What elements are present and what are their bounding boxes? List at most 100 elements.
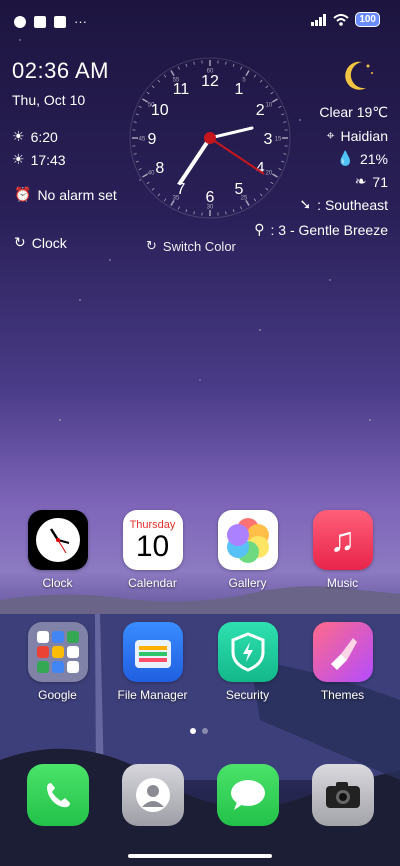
sunrise-icon: ☀	[12, 128, 25, 144]
clock-tick	[193, 61, 195, 65]
app-label: Security	[225, 688, 270, 702]
page-indicator	[190, 728, 208, 734]
humidity-row: 💧 21%	[337, 150, 388, 167]
clock-link[interactable]: ↻ Clock	[14, 234, 67, 251]
sunrise-time: 6:20	[30, 128, 58, 145]
app-gallery[interactable]: Gallery	[202, 510, 294, 590]
calendar-icon: Thursday 10	[122, 510, 183, 570]
app-music[interactable]: ♫ Music	[297, 510, 389, 590]
page-dot[interactable]	[202, 728, 208, 734]
clock-tick	[135, 160, 139, 163]
clock-tick	[151, 187, 155, 191]
wind-direction: : Southeast	[317, 196, 388, 213]
clock-number: 2	[256, 102, 265, 119]
location-row: ⌖ Haidian	[327, 127, 388, 144]
clock-tick	[138, 168, 142, 171]
app-clock[interactable]: Clock	[12, 510, 104, 590]
minute-hand	[208, 126, 254, 140]
clock-minute-number: 20	[266, 171, 273, 177]
clock-tick	[170, 70, 175, 77]
switch-color-icon: ↻	[146, 238, 157, 253]
clock-minute-number: 30	[207, 205, 214, 211]
app-calendar[interactable]: Thursday 10 Calendar	[107, 510, 199, 590]
clock-minute-number: 50	[148, 103, 155, 109]
clock-tick	[265, 187, 269, 191]
folder-app-icon	[66, 631, 79, 643]
camera-icon[interactable]	[311, 764, 374, 826]
app-themes[interactable]: Themes	[297, 622, 389, 702]
music-icon: ♫	[312, 510, 373, 570]
clock-tick	[138, 105, 142, 108]
page-dot-active[interactable]	[190, 728, 196, 734]
clock-tick	[163, 74, 167, 78]
clock-minute-number: 45	[139, 137, 146, 143]
clock-tick	[278, 105, 282, 108]
second-hand	[209, 137, 265, 175]
app-label: Gallery	[228, 576, 267, 590]
sunset-icon: ☀	[12, 151, 25, 167]
clock-center	[204, 132, 216, 144]
date-label: Thu, Oct 10	[12, 92, 86, 108]
clock-tick	[253, 74, 257, 78]
clock-tick	[177, 66, 180, 70]
weather-condition-row[interactable]: Clear 19℃	[319, 104, 388, 121]
clock-tick	[157, 193, 161, 197]
alarm-label: No alarm set	[37, 186, 117, 203]
alarm-row[interactable]: ⏰ No alarm set	[14, 186, 117, 203]
leaf-icon: ❧	[354, 173, 367, 189]
switch-color-button[interactable]: ↻ Switch Color	[146, 238, 236, 254]
digital-time[interactable]: 02:36 AM	[12, 58, 109, 84]
alarm-icon: ⏰	[14, 186, 32, 202]
clock-tick	[151, 85, 155, 89]
clock-tick	[193, 211, 195, 215]
app-file-manager[interactable]: File Manager	[107, 622, 199, 702]
security-icon	[217, 622, 278, 682]
clock-icon	[27, 510, 88, 570]
clock-tick	[259, 193, 263, 197]
messages-icon[interactable]	[216, 764, 279, 826]
folder-app-icon	[66, 646, 79, 658]
notification-square-icon	[34, 15, 46, 28]
clock-tick	[157, 79, 161, 83]
clock-tick	[177, 206, 180, 210]
clock-tick	[270, 181, 274, 185]
wind-speed: : 3 - Gentle Breeze	[270, 221, 388, 238]
wind-direction-icon: ➘	[299, 196, 312, 212]
app-label: Clock	[42, 576, 73, 590]
clock-number: 8	[155, 160, 164, 177]
clock-minute-number: 35	[173, 195, 180, 201]
clock-tick	[146, 91, 150, 95]
windmill-icon: ⚲	[254, 221, 265, 237]
folder-app-icon	[36, 661, 49, 673]
aqi-value: 71	[372, 173, 388, 190]
sunset-time: 17:43	[30, 151, 66, 168]
clock-tick	[265, 85, 269, 89]
folder-app-icon	[36, 646, 49, 658]
clock-tick	[185, 63, 188, 67]
clock-tick	[185, 209, 188, 213]
home-indicator[interactable]	[128, 854, 272, 858]
clock-minute-number: 55	[173, 78, 180, 84]
refresh-icon: ↻	[14, 234, 26, 250]
folder-google[interactable]: Google	[12, 622, 104, 702]
clock-tick	[146, 181, 150, 185]
clock-tick	[163, 198, 167, 202]
folder-app-icon	[51, 646, 64, 658]
clock-tick	[271, 98, 278, 103]
clock-tick	[225, 211, 227, 215]
app-label: Themes	[320, 688, 365, 702]
clock-tick	[232, 63, 235, 67]
contacts-icon[interactable]	[121, 764, 184, 826]
clock-tick	[270, 91, 274, 95]
clock-minute-number: 10	[266, 103, 273, 109]
calendar-day: 10	[135, 530, 170, 563]
clock-minute-number: 25	[241, 195, 248, 201]
gallery-icon	[217, 510, 278, 570]
clock-number: 6	[206, 189, 215, 206]
aqi-row: ❧ 71	[355, 173, 388, 190]
app-security[interactable]: Security	[202, 622, 294, 702]
analog-clock[interactable]: 12 1234567891011 51015202530354045505560	[128, 56, 292, 220]
phone-icon[interactable]	[26, 764, 89, 826]
clock-tick	[278, 168, 282, 171]
app-notification-icon	[14, 15, 26, 28]
